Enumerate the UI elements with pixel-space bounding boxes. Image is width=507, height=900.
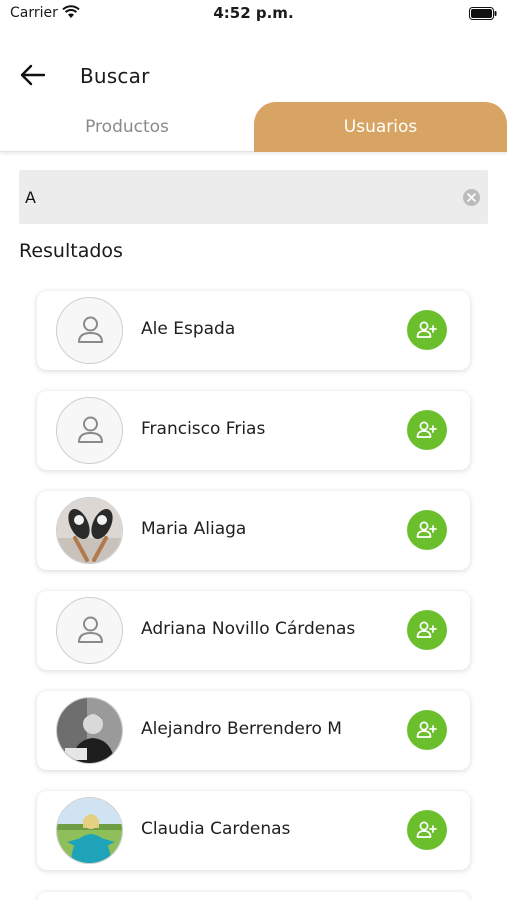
page-title: Buscar [80, 64, 150, 88]
avatar [56, 397, 123, 464]
tab-productos[interactable]: Productos [0, 102, 254, 152]
add-user-icon [416, 521, 437, 538]
user-card[interactable]: Ale Espada [37, 291, 470, 370]
clear-search-button[interactable] [463, 189, 480, 206]
avatar-photo-woman [57, 798, 122, 863]
add-user-icon [416, 621, 437, 638]
header: Buscar [0, 55, 507, 99]
avatar [56, 797, 123, 864]
user-name: Alejandro Berrendero M [141, 719, 342, 739]
avatar [56, 497, 123, 564]
add-user-icon [416, 421, 437, 438]
user-card[interactable]: Adriana Novillo Cárdenas [37, 591, 470, 670]
add-user-button[interactable] [407, 810, 447, 850]
avatar [56, 597, 123, 664]
add-user-button[interactable] [407, 610, 447, 650]
placeholder-user-icon [78, 316, 103, 343]
user-name: Francisco Frias [141, 419, 266, 439]
search-box [19, 170, 488, 224]
results-list: Ale Espada Francisco Frias Maria Aliaga … [37, 291, 470, 891]
avatar-photo-shoes [57, 498, 122, 563]
user-card[interactable]: Francisco Frias [37, 391, 470, 470]
user-name: Maria Aliaga [141, 519, 247, 539]
user-card[interactable]: Maria Aliaga [37, 491, 470, 570]
user-name: Adriana Novillo Cárdenas [141, 619, 356, 639]
tab-bar: Productos Usuarios [0, 102, 507, 152]
battery-icon [469, 7, 497, 20]
user-name: Ale Espada [141, 319, 236, 339]
avatar [56, 297, 123, 364]
user-card-partial[interactable] [37, 892, 470, 900]
add-user-button[interactable] [407, 410, 447, 450]
user-name: Claudia Cardenas [141, 819, 291, 839]
avatar [56, 697, 123, 764]
add-user-icon [416, 321, 437, 338]
clear-circle-icon [467, 193, 476, 202]
placeholder-user-icon [78, 616, 103, 643]
arrow-left-icon [20, 64, 46, 86]
user-card[interactable]: Alejandro Berrendero M [37, 691, 470, 770]
tab-usuarios[interactable]: Usuarios [254, 102, 507, 152]
placeholder-user-icon [78, 416, 103, 443]
search-input[interactable] [25, 170, 445, 224]
status-bar: Carrier 4:52 p.m. [0, 0, 507, 30]
results-heading: Resultados [19, 240, 123, 262]
add-user-button[interactable] [407, 510, 447, 550]
add-user-icon [416, 821, 437, 838]
avatar-photo-man [57, 698, 122, 763]
add-user-icon [416, 721, 437, 738]
clock: 4:52 p.m. [213, 4, 294, 22]
add-user-button[interactable] [407, 310, 447, 350]
user-card[interactable]: Claudia Cardenas [37, 791, 470, 870]
back-button[interactable] [18, 63, 46, 87]
add-user-button[interactable] [407, 710, 447, 750]
